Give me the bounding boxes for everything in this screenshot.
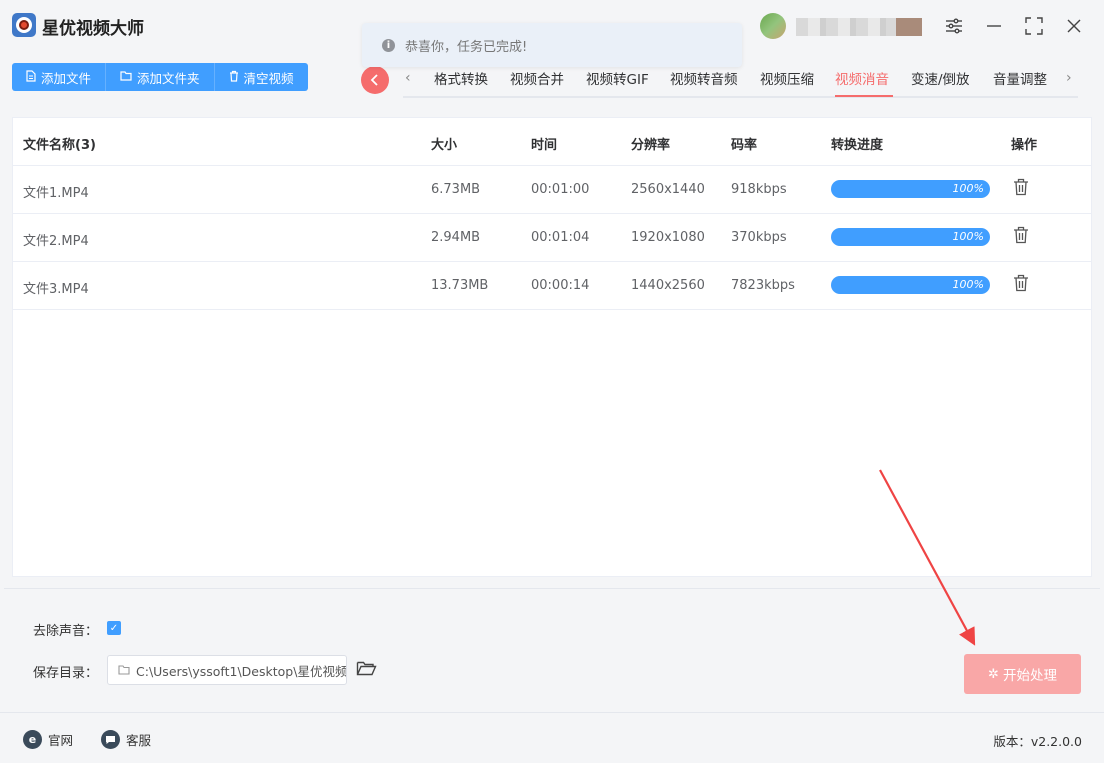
header-duration: 时间 [531, 138, 558, 153]
add-file-button[interactable]: 添加文件 [12, 63, 107, 91]
file-toolbar: 添加文件 添加文件夹 清空视频 [12, 63, 308, 91]
file-size: 6.73MB [431, 182, 481, 197]
tab-volume-adjust[interactable]: 音量调整 [993, 68, 1047, 88]
file-size: 2.94MB [431, 230, 481, 245]
table-row[interactable]: 文件1.MP4 6.73MB 00:01:00 2560x1440 918kbp… [13, 166, 1091, 214]
active-tab-indicator [835, 95, 893, 97]
toast-text: 恭喜你，任务已完成! [405, 39, 528, 55]
tab-video-mute[interactable]: 视频消音 [835, 68, 889, 88]
file-name: 文件2.MP4 [23, 234, 89, 249]
support-link[interactable]: 客服 [101, 730, 151, 749]
progress-bar: 100% [831, 276, 990, 294]
close-icon[interactable] [1060, 12, 1088, 40]
file-resolution: 1920x1080 [631, 230, 705, 245]
remove-audio-checkbox[interactable]: ✓ [107, 621, 121, 635]
file-bitrate: 918kbps [731, 182, 787, 197]
chat-bubble-icon [101, 730, 120, 749]
clear-videos-button[interactable]: 清空视频 [214, 63, 308, 91]
delete-row-trash-icon[interactable] [1013, 226, 1029, 248]
loading-spinner-icon: ✲ [988, 666, 999, 682]
table-header: 文件名称(3) 大小 时间 分辨率 码率 转换进度 操作 [13, 118, 1091, 166]
file-icon [26, 69, 36, 85]
username-blurred[interactable] [796, 18, 922, 36]
table-row[interactable]: 文件3.MP4 13.73MB 00:00:14 1440x2560 7823k… [13, 262, 1091, 310]
app-title: 星优视频大师 [42, 19, 144, 39]
file-name: 文件1.MP4 [23, 186, 89, 201]
app-logo-icon [12, 13, 36, 37]
trash-icon [229, 70, 239, 85]
progress-bar: 100% [831, 228, 990, 246]
file-duration: 00:00:14 [531, 278, 590, 293]
settings-sliders-icon[interactable] [940, 12, 968, 40]
header-bitrate: 码率 [731, 138, 758, 153]
tabs-scroll-right-icon[interactable]: › [1066, 70, 1072, 86]
save-dir-value: C:\Users\yssoft1\Desktop\星优视频 [136, 663, 347, 679]
file-bitrate: 7823kbps [731, 278, 795, 293]
file-duration: 00:01:00 [531, 182, 590, 197]
save-dir-input[interactable]: C:\Users\yssoft1\Desktop\星优视频 [107, 655, 347, 685]
header-action: 操作 [1011, 138, 1038, 153]
open-folder-icon[interactable] [356, 659, 377, 681]
file-name: 文件3.MP4 [23, 282, 89, 297]
file-duration: 00:01:04 [531, 230, 590, 245]
progress-label: 100% [952, 278, 984, 291]
tab-format-convert[interactable]: 格式转换 [434, 68, 488, 88]
start-process-button[interactable]: ✲ 开始处理 [964, 654, 1081, 694]
header-progress: 转换进度 [831, 138, 884, 153]
version-label: 版本：v2.2.0.0 [993, 734, 1082, 749]
tab-video-to-gif[interactable]: 视频转GIF [586, 68, 649, 88]
user-avatar[interactable] [760, 13, 786, 39]
start-process-label: 开始处理 [1002, 668, 1057, 684]
support-label: 客服 [126, 733, 152, 748]
header-size: 大小 [431, 138, 458, 153]
progress-bar: 100% [831, 180, 990, 198]
tab-video-to-audio[interactable]: 视频转音频 [670, 68, 738, 88]
file-resolution: 1440x2560 [631, 278, 705, 293]
file-resolution: 2560x1440 [631, 182, 705, 197]
browser-e-icon: e [23, 730, 42, 749]
options-panel [4, 588, 1100, 712]
website-link[interactable]: e 官网 [23, 730, 73, 749]
delete-row-trash-icon[interactable] [1013, 274, 1029, 296]
save-dir-label: 保存目录： [33, 666, 99, 681]
function-tabs: ‹ 格式转换 视频合并 视频转GIF 视频转音频 视频压缩 视频消音 变速/倒放… [403, 62, 1078, 98]
success-toast: i 恭喜你，任务已完成! [362, 23, 742, 67]
footer: e 官网 客服 版本：v2.2.0.0 [0, 712, 1104, 763]
add-folder-label: 添加文件夹 [137, 70, 200, 86]
website-label: 官网 [48, 733, 74, 748]
delete-row-trash-icon[interactable] [1013, 178, 1029, 200]
tabs-scroll-left-icon[interactable]: ‹ [405, 70, 411, 86]
remove-audio-label: 去除声音： [33, 624, 99, 639]
maximize-icon[interactable] [1020, 12, 1048, 40]
file-table: 文件名称(3) 大小 时间 分辨率 码率 转换进度 操作 文件1.MP4 6.7… [12, 117, 1092, 577]
tab-video-compress[interactable]: 视频压缩 [760, 68, 814, 88]
minimize-icon[interactable] [980, 12, 1008, 40]
info-icon: i [382, 38, 395, 52]
add-folder-button[interactable]: 添加文件夹 [106, 63, 215, 91]
progress-label: 100% [952, 230, 984, 243]
progress-label: 100% [952, 182, 984, 195]
tab-video-merge[interactable]: 视频合并 [510, 68, 564, 88]
add-file-label: 添加文件 [41, 70, 92, 86]
file-bitrate: 370kbps [731, 230, 787, 245]
file-size: 13.73MB [431, 278, 489, 293]
header-name: 文件名称(3) [23, 138, 96, 153]
table-row[interactable]: 文件2.MP4 2.94MB 00:01:04 1920x1080 370kbp… [13, 214, 1091, 262]
header-resolution: 分辨率 [631, 138, 671, 153]
back-button[interactable] [361, 66, 389, 94]
clear-videos-label: 清空视频 [243, 70, 294, 86]
folder-icon [120, 70, 132, 84]
tab-speed-reverse[interactable]: 变速/倒放 [911, 68, 970, 88]
folder-icon [118, 663, 130, 678]
